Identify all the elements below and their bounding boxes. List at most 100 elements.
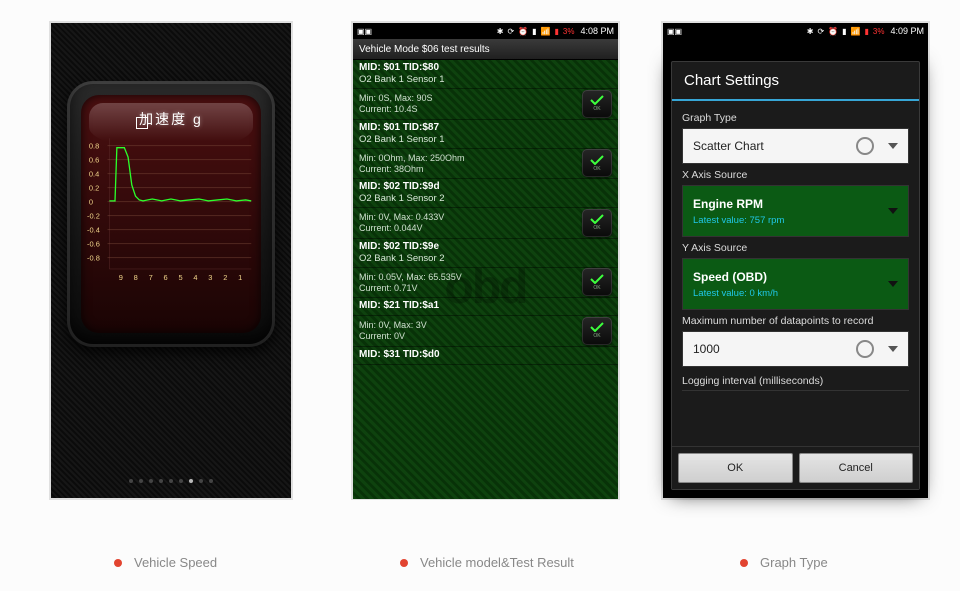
x-tick: 4	[193, 273, 197, 282]
chart-settings-dialog: Chart Settings Graph Type Scatter Chart …	[671, 61, 920, 490]
result-stat: Min: 0.05V, Max: 65.535V Current: 0.71V	[359, 272, 612, 295]
ok-button[interactable]: OK	[582, 90, 612, 118]
ok-button[interactable]: OK	[678, 453, 793, 483]
gauge-bezel-outer: 加速度 g	[67, 81, 275, 347]
screen-header: Vehicle Mode $06 test results	[353, 39, 618, 60]
result-stat-row[interactable]: Min: 0V, Max: 0.433V Current: 0.044V OK	[353, 208, 618, 239]
battery-icon: ▮	[865, 27, 869, 36]
result-row[interactable]: MID: $02 TID:$9d O2 Bank 1 Sensor 2	[353, 179, 618, 208]
bluetooth-icon: ✱	[497, 27, 504, 36]
result-stat: Min: 0V, Max: 3V Current: 0V	[359, 320, 612, 343]
result-sub: O2 Bank 1 Sensor 1	[359, 74, 612, 85]
panel-chart-settings: ▣▣ ✱ ⟳ ⏰ ▮ 📶 ▮ 3% 4:09 PM Chart Settings…	[662, 22, 929, 499]
y-tick: -0.2	[87, 212, 100, 221]
results-list[interactable]: obd MID: $01 TID:$80 O2 Bank 1 Sensor 1 …	[353, 60, 618, 499]
bluetooth-icon: ✱	[807, 27, 814, 36]
graph-type-dropdown[interactable]: Scatter Chart	[682, 128, 909, 164]
result-stat-row[interactable]: Min: 0S, Max: 90S Current: 10.4S OK	[353, 89, 618, 120]
dialog-body[interactable]: Graph Type Scatter Chart X Axis Source E…	[672, 101, 919, 446]
caption-test-result: Vehicle model&Test Result	[400, 555, 574, 570]
max-datapoints-value: 1000	[693, 342, 856, 356]
status-bar: ▣▣ ✱ ⟳ ⏰ ▮ 📶 ▮ 3% 4:09 PM	[663, 23, 928, 39]
y-axis-latest: Latest value: 0 km/h	[693, 288, 778, 299]
gauge-screen: 加速度 g	[51, 23, 291, 498]
ok-button[interactable]: OK	[582, 317, 612, 345]
page-dots[interactable]	[51, 470, 291, 488]
result-head: MID: $21 TID:$a1	[359, 300, 612, 311]
battery-percent: 3%	[873, 27, 885, 36]
result-stat: Min: 0S, Max: 90S Current: 10.4S	[359, 93, 612, 116]
graph-type-label: Graph Type	[682, 112, 909, 124]
cancel-button[interactable]: Cancel	[799, 453, 914, 483]
x-axis-label: X Axis Source	[682, 169, 909, 181]
y-tick: -0.8	[87, 254, 100, 263]
y-tick: 0.6	[89, 156, 99, 165]
chevron-down-icon	[888, 281, 898, 287]
signal-icon: ▮	[532, 27, 536, 36]
graph-type-value: Scatter Chart	[693, 139, 856, 153]
wifi-icon: 📶	[851, 27, 861, 36]
y-tick: -0.4	[87, 226, 100, 235]
dialog-footer: OK Cancel	[672, 446, 919, 489]
x-tick: 6	[164, 273, 168, 282]
x-tick: 8	[134, 273, 138, 282]
x-axis-latest: Latest value: 757 rpm	[693, 215, 784, 226]
alarm-icon: ⏰	[828, 27, 838, 36]
y-axis-dropdown[interactable]: Speed (OBD) Latest value: 0 km/h	[682, 258, 909, 310]
notif-icon: ▣▣	[667, 27, 682, 36]
battery-icon: ▮	[555, 27, 559, 36]
status-bar: ▣▣ ✱ ⟳ ⏰ ▮ 📶 ▮ 3% 4:08 PM	[353, 23, 618, 39]
result-head: MID: $02 TID:$9d	[359, 181, 612, 192]
y-tick: 0	[89, 198, 93, 207]
gauge-chart: 0.8 0.6 0.4 0.2 0 -0.2 -0.4 -0.6 -0.8 9 …	[87, 129, 255, 288]
x-tick: 2	[223, 273, 227, 282]
y-tick: 0.4	[89, 170, 99, 179]
x-tick: 1	[238, 273, 242, 282]
x-axis-dropdown[interactable]: Engine RPM Latest value: 757 rpm	[682, 185, 909, 237]
notif-icon: ▣▣	[357, 27, 372, 36]
result-stat-row[interactable]: Min: 0V, Max: 3V Current: 0V OK	[353, 316, 618, 347]
signal-icon: ▮	[842, 27, 846, 36]
x-axis-value: Engine RPM	[693, 197, 763, 211]
bullet-icon	[400, 559, 408, 567]
battery-percent: 3%	[563, 27, 575, 36]
ok-button[interactable]: OK	[582, 209, 612, 237]
x-tick: 9	[119, 273, 123, 282]
bullet-icon	[740, 559, 748, 567]
ok-button[interactable]: OK	[582, 268, 612, 296]
result-sub: O2 Bank 1 Sensor 1	[359, 134, 612, 145]
result-row[interactable]: MID: $02 TID:$9e O2 Bank 1 Sensor 2	[353, 239, 618, 268]
result-stat: Min: 0V, Max: 0.433V Current: 0.044V	[359, 212, 612, 235]
ok-button[interactable]: OK	[582, 149, 612, 177]
result-stat-row[interactable]: Min: 0.05V, Max: 65.535V Current: 0.71V …	[353, 268, 618, 299]
result-sub: O2 Bank 1 Sensor 2	[359, 193, 612, 204]
result-head: MID: $01 TID:$80	[359, 62, 612, 73]
y-axis-value: Speed (OBD)	[693, 270, 767, 284]
dialog-screen: Chart Settings Graph Type Scatter Chart …	[663, 39, 928, 498]
result-sub: O2 Bank 1 Sensor 2	[359, 253, 612, 264]
wifi-icon: 📶	[541, 27, 551, 36]
chevron-down-icon	[888, 208, 898, 214]
gauge-title: 加速度 g	[81, 109, 261, 129]
y-axis-label: Y Axis Source	[682, 242, 909, 254]
gauge-bezel[interactable]: 加速度 g	[81, 95, 261, 333]
result-head: MID: $01 TID:$87	[359, 122, 612, 133]
y-tick: 0.2	[89, 184, 99, 193]
y-tick: -0.6	[87, 240, 100, 249]
y-tick: 0.8	[89, 142, 99, 151]
radio-icon	[856, 340, 874, 358]
result-row[interactable]: MID: $21 TID:$a1	[353, 298, 618, 316]
dialog-title: Chart Settings	[672, 62, 919, 99]
result-row[interactable]: MID: $01 TID:$87 O2 Bank 1 Sensor 1	[353, 120, 618, 149]
panel-test-results: ▣▣ ✱ ⟳ ⏰ ▮ 📶 ▮ 3% 4:08 PM Vehicle Mode $…	[352, 22, 619, 499]
clock: 4:09 PM	[890, 26, 924, 36]
caption-vehicle-speed: Vehicle Speed	[114, 555, 217, 570]
result-stat-row[interactable]: Min: 0Ohm, Max: 250Ohm Current: 38Ohm OK	[353, 149, 618, 180]
max-datapoints-dropdown[interactable]: 1000	[682, 331, 909, 367]
x-tick: 7	[149, 273, 153, 282]
sync-icon: ⟳	[817, 27, 824, 36]
chevron-down-icon	[888, 143, 898, 149]
result-row[interactable]: MID: $31 TID:$d0	[353, 347, 618, 365]
result-row[interactable]: MID: $01 TID:$80 O2 Bank 1 Sensor 1	[353, 60, 618, 89]
max-datapoints-label: Maximum number of datapoints to record	[682, 315, 909, 327]
